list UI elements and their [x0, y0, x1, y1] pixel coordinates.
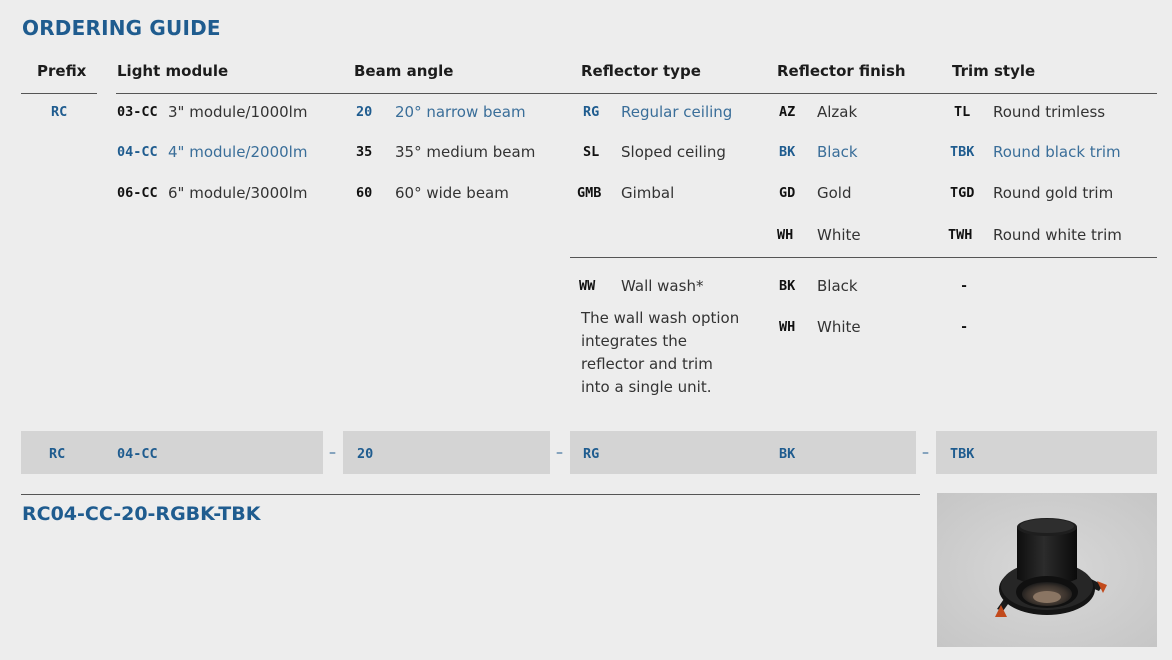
module-code-selected: 04-CC: [117, 144, 158, 160]
trim-desc: Round white trim: [993, 226, 1122, 244]
wall-wash-trim: -: [960, 278, 969, 294]
header-divider: [21, 93, 97, 94]
trim-desc: Round gold trim: [993, 184, 1114, 202]
header-reflector-type: Reflector type: [581, 62, 701, 80]
module-desc: 3" module/1000lm: [168, 103, 308, 121]
beam-code: 60: [356, 185, 373, 201]
wall-wash-code: WW: [579, 278, 596, 294]
page-title: ORDERING GUIDE: [22, 16, 221, 40]
reflector-desc-selected: Regular ceiling: [621, 103, 733, 121]
header-light-module: Light module: [117, 62, 229, 80]
module-desc: 6" module/3000lm: [168, 184, 308, 202]
trim-code: TGD: [950, 185, 975, 201]
example-reflector: RG: [583, 446, 600, 462]
trim-code-selected: TBK: [950, 144, 975, 160]
reflector-desc: Gimbal: [621, 184, 675, 202]
finish-code: GD: [779, 185, 796, 201]
module-desc-selected: 4" module/2000lm: [168, 143, 308, 161]
wall-wash-divider: [570, 257, 1157, 258]
recessed-downlight-icon: [937, 493, 1157, 647]
trim-code: TWH: [948, 227, 973, 243]
header-beam-angle: Beam angle: [354, 62, 454, 80]
example-band-prefix-module: [21, 431, 323, 474]
example-band-reflector: [570, 431, 916, 474]
wall-wash-desc: Wall wash*: [621, 277, 704, 295]
prefix-code: RC: [51, 104, 68, 120]
finish-desc: White: [817, 226, 861, 244]
wall-wash-finish-desc: Black: [817, 277, 858, 295]
finish-code-selected: BK: [779, 144, 796, 160]
header-trim-style: Trim style: [952, 62, 1036, 80]
example-finish: BK: [779, 446, 796, 462]
example-dash: –: [922, 445, 929, 461]
trim-desc: Round trimless: [993, 103, 1106, 121]
module-code: 03-CC: [117, 104, 158, 120]
header-prefix: Prefix: [37, 62, 87, 80]
example-dash: –: [556, 445, 563, 461]
beam-desc: 60° wide beam: [395, 184, 509, 202]
wall-wash-finish-code: BK: [779, 278, 796, 294]
example-trim: TBK: [950, 446, 975, 462]
result-divider: [21, 494, 920, 495]
header-reflector-finish: Reflector finish: [777, 62, 906, 80]
wall-wash-trim: -: [960, 319, 969, 335]
product-image: [937, 493, 1157, 647]
example-band-beam: [343, 431, 550, 474]
finish-desc: Gold: [817, 184, 852, 202]
example-beam: 20: [357, 446, 374, 462]
finish-code: WH: [777, 227, 794, 243]
example-module: 04-CC: [117, 446, 158, 462]
reflector-code: GMB: [577, 185, 602, 201]
example-result-code: RC04-CC-20-RGBK-TBK: [22, 503, 261, 525]
header-divider: [116, 93, 1157, 94]
wall-wash-finish-code: WH: [779, 319, 796, 335]
module-code: 06-CC: [117, 185, 158, 201]
finish-code: AZ: [779, 104, 796, 120]
wall-wash-finish-desc: White: [817, 318, 861, 336]
trim-desc-selected: Round black trim: [993, 143, 1121, 161]
wall-wash-note: The wall wash option integrates the refl…: [581, 309, 740, 396]
finish-desc: Alzak: [817, 103, 858, 121]
beam-desc-selected: 20° narrow beam: [395, 103, 526, 121]
reflector-desc: Sloped ceiling: [621, 143, 726, 161]
example-dash: –: [329, 445, 336, 461]
beam-desc: 35° medium beam: [395, 143, 536, 161]
beam-code: 35: [356, 144, 373, 160]
example-prefix: RC: [49, 446, 66, 462]
finish-desc-selected: Black: [817, 143, 858, 161]
reflector-code: SL: [583, 144, 600, 160]
reflector-code-selected: RG: [583, 104, 600, 120]
beam-code-selected: 20: [356, 104, 373, 120]
trim-code: TL: [954, 104, 971, 120]
